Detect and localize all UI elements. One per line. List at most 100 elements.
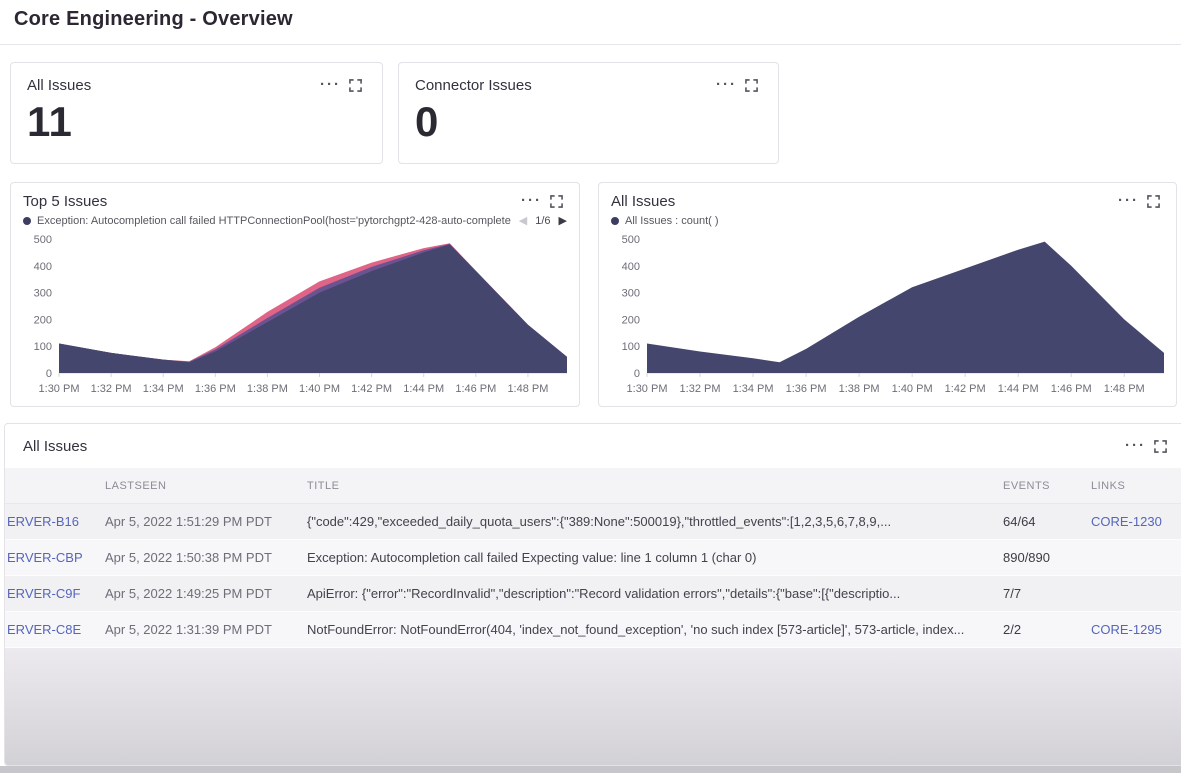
stat-card-row: All Issues ··· 11 Connector Issues ··· bbox=[10, 62, 1171, 164]
legend-page-count: 1/6 bbox=[535, 215, 550, 227]
page-header: Core Engineering - Overview bbox=[0, 0, 1181, 45]
issue-short-id-link[interactable]: ERVER-C8E bbox=[5, 622, 105, 637]
svg-text:1:32 PM: 1:32 PM bbox=[91, 383, 132, 395]
legend-pager: ◀ 1/6 ▶ bbox=[519, 215, 567, 227]
table-row: ERVER-C8E Apr 5, 2022 1:31:39 PM PDT Not… bbox=[5, 612, 1181, 648]
issue-short-id-link[interactable]: ERVER-C9F bbox=[5, 586, 105, 601]
stat-card-connector-issues: Connector Issues ··· 0 bbox=[398, 62, 779, 164]
page-title: Core Engineering - Overview bbox=[14, 8, 1167, 31]
widget-menu-button[interactable]: ··· bbox=[316, 77, 345, 93]
lastseen-cell: Apr 5, 2022 1:49:25 PM PDT bbox=[105, 586, 307, 601]
linked-ticket-link[interactable]: CORE-1295 bbox=[1091, 622, 1181, 637]
svg-text:1:36 PM: 1:36 PM bbox=[786, 383, 827, 395]
top5-issues-area-chart[interactable]: 01002003004005001:30 PM1:32 PM1:34 PM1:3… bbox=[23, 233, 569, 395]
svg-text:1:38 PM: 1:38 PM bbox=[247, 383, 288, 395]
table-row: ERVER-C9F Apr 5, 2022 1:49:25 PM PDT Api… bbox=[5, 576, 1181, 612]
table-row: ERVER-B16 Apr 5, 2022 1:51:29 PM PDT {"c… bbox=[5, 504, 1181, 540]
all-issues-table-card: All Issues ··· LASTSEEN TITLE EVENTS LIN… bbox=[4, 423, 1181, 766]
expand-icon bbox=[1154, 440, 1167, 453]
svg-text:1:42 PM: 1:42 PM bbox=[945, 383, 986, 395]
svg-text:400: 400 bbox=[622, 261, 640, 273]
chart-card-top5-issues: Top 5 Issues ··· Exception: Autocompleti… bbox=[10, 182, 580, 407]
svg-text:200: 200 bbox=[34, 314, 52, 326]
lastseen-cell: Apr 5, 2022 1:31:39 PM PDT bbox=[105, 622, 307, 637]
svg-text:1:44 PM: 1:44 PM bbox=[998, 383, 1039, 395]
svg-text:100: 100 bbox=[622, 341, 640, 353]
svg-text:1:40 PM: 1:40 PM bbox=[892, 383, 933, 395]
events-cell: 2/2 bbox=[1003, 622, 1091, 637]
stat-value: 0 bbox=[415, 98, 762, 146]
legend-label: All Issues : count( ) bbox=[625, 215, 1164, 227]
expand-icon bbox=[1147, 195, 1160, 208]
issue-title-cell: NotFoundError: NotFoundError(404, 'index… bbox=[307, 622, 1003, 637]
svg-text:1:34 PM: 1:34 PM bbox=[143, 383, 184, 395]
ellipsis-icon: ··· bbox=[1118, 196, 1139, 206]
issues-table-body: ERVER-B16 Apr 5, 2022 1:51:29 PM PDT {"c… bbox=[5, 504, 1181, 648]
column-header-links: LINKS bbox=[1091, 480, 1181, 492]
svg-text:1:48 PM: 1:48 PM bbox=[1104, 383, 1145, 395]
widget-menu-button[interactable]: ··· bbox=[517, 193, 546, 209]
widget-menu-button[interactable]: ··· bbox=[1114, 193, 1143, 209]
widget-expand-button[interactable] bbox=[1143, 193, 1164, 209]
ellipsis-icon: ··· bbox=[521, 196, 542, 206]
events-cell: 64/64 bbox=[1003, 514, 1091, 529]
svg-text:1:30 PM: 1:30 PM bbox=[39, 383, 80, 395]
events-cell: 890/890 bbox=[1003, 550, 1091, 565]
stat-value: 11 bbox=[27, 98, 366, 146]
svg-text:1:44 PM: 1:44 PM bbox=[403, 383, 444, 395]
events-cell: 7/7 bbox=[1003, 586, 1091, 601]
svg-text:1:48 PM: 1:48 PM bbox=[507, 383, 548, 395]
issue-title-cell: Exception: Autocompletion call failed Ex… bbox=[307, 550, 1003, 565]
svg-text:1:30 PM: 1:30 PM bbox=[627, 383, 668, 395]
svg-text:300: 300 bbox=[622, 288, 640, 300]
widget-expand-button[interactable] bbox=[345, 77, 366, 93]
issue-short-id-link[interactable]: ERVER-CBP bbox=[5, 550, 105, 565]
chart-card-title: Top 5 Issues bbox=[23, 193, 107, 210]
legend-prev-button[interactable]: ◀ bbox=[519, 216, 527, 227]
widget-expand-button[interactable] bbox=[546, 193, 567, 209]
svg-text:1:36 PM: 1:36 PM bbox=[195, 383, 236, 395]
svg-text:1:46 PM: 1:46 PM bbox=[1051, 383, 1092, 395]
expand-icon bbox=[550, 195, 563, 208]
widget-menu-button[interactable]: ··· bbox=[712, 77, 741, 93]
chart-card-all-issues: All Issues ··· All Issues : count( ) 0 10… bbox=[598, 182, 1177, 407]
legend-dot-icon bbox=[23, 217, 31, 225]
svg-text:300: 300 bbox=[34, 288, 52, 300]
widget-menu-button[interactable]: ··· bbox=[1121, 438, 1150, 454]
lastseen-cell: Apr 5, 2022 1:51:29 PM PDT bbox=[105, 514, 307, 529]
linked-ticket-link[interactable]: CORE-1230 bbox=[1091, 514, 1181, 529]
legend-next-button[interactable]: ▶ bbox=[559, 216, 567, 227]
column-header-events: EVENTS bbox=[1003, 480, 1091, 492]
svg-text:1:46 PM: 1:46 PM bbox=[455, 383, 496, 395]
svg-text:0: 0 bbox=[46, 368, 52, 380]
table-title: All Issues bbox=[23, 438, 87, 455]
svg-text:1:38 PM: 1:38 PM bbox=[839, 383, 880, 395]
expand-icon bbox=[349, 79, 362, 92]
chart-card-title: All Issues bbox=[611, 193, 675, 210]
svg-text:400: 400 bbox=[34, 261, 52, 273]
svg-text:1:42 PM: 1:42 PM bbox=[351, 383, 392, 395]
ellipsis-icon: ··· bbox=[1125, 441, 1146, 451]
column-header-lastseen: LASTSEEN bbox=[105, 480, 307, 492]
chart-card-row: Top 5 Issues ··· Exception: Autocompleti… bbox=[10, 182, 1171, 407]
dashboard-content: All Issues ··· 11 Connector Issues ··· bbox=[0, 45, 1181, 766]
ellipsis-icon: ··· bbox=[716, 80, 737, 90]
all-issues-area-chart[interactable]: 01002003004005001:30 PM1:32 PM1:34 PM1:3… bbox=[611, 233, 1166, 395]
svg-text:1:34 PM: 1:34 PM bbox=[733, 383, 774, 395]
widget-expand-button[interactable] bbox=[1150, 438, 1171, 454]
stat-card-title: Connector Issues bbox=[415, 77, 532, 94]
chart-legend: Exception: Autocompletion call failed HT… bbox=[23, 213, 567, 229]
svg-text:200: 200 bbox=[622, 314, 640, 326]
ellipsis-icon: ··· bbox=[320, 80, 341, 90]
expand-icon bbox=[745, 79, 758, 92]
legend-label: Exception: Autocompletion call failed HT… bbox=[37, 215, 511, 227]
dashboard-page: Core Engineering - Overview All Issues ·… bbox=[0, 0, 1181, 766]
svg-text:0: 0 bbox=[634, 368, 640, 380]
lastseen-cell: Apr 5, 2022 1:50:38 PM PDT bbox=[105, 550, 307, 565]
svg-text:500: 500 bbox=[622, 234, 640, 246]
issue-title-cell: {"code":429,"exceeded_daily_quota_users"… bbox=[307, 514, 1003, 529]
table-row: ERVER-CBP Apr 5, 2022 1:50:38 PM PDT Exc… bbox=[5, 540, 1181, 576]
column-header-title: TITLE bbox=[307, 480, 1003, 492]
widget-expand-button[interactable] bbox=[741, 77, 762, 93]
issue-short-id-link[interactable]: ERVER-B16 bbox=[5, 514, 105, 529]
